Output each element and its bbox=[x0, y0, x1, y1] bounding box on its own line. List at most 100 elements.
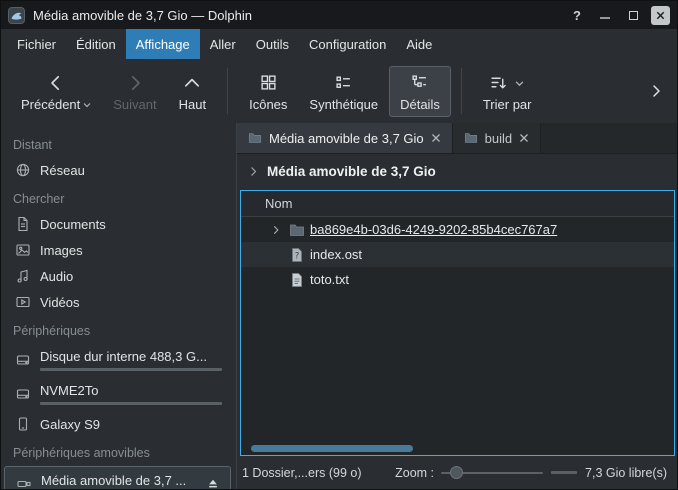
help-button[interactable]: ? bbox=[567, 5, 587, 25]
status-bar: 1 Dossier,...ers (99 o) Zoom : 7,3 Gio l… bbox=[237, 456, 677, 489]
place-reseau[interactable]: Réseau bbox=[1, 157, 236, 183]
up-label: Haut bbox=[179, 97, 206, 112]
menu-aide[interactable]: Aide bbox=[396, 29, 442, 59]
chevron-down-icon bbox=[83, 102, 91, 108]
close-icon bbox=[431, 133, 441, 143]
menu-affichage[interactable]: Affichage bbox=[126, 29, 200, 59]
tab-close-button[interactable] bbox=[431, 133, 441, 143]
close-button[interactable] bbox=[651, 6, 670, 25]
column-header-label: Nom bbox=[265, 196, 292, 211]
chevron-right-icon bbox=[247, 165, 260, 178]
titlebar[interactable]: Média amovible de 3,7 Gio — Dolphin ? bbox=[1, 1, 677, 29]
eject-button[interactable] bbox=[204, 475, 222, 489]
zoom-label: Zoom : bbox=[395, 466, 434, 480]
place-label: Documents bbox=[40, 216, 228, 233]
dolphin-app-icon bbox=[8, 7, 25, 24]
place-galaxy-s9[interactable]: Galaxy S9 bbox=[1, 411, 236, 437]
maximize-icon bbox=[629, 11, 638, 20]
sort-by-button[interactable]: Trier par bbox=[472, 66, 543, 117]
compact-view-label: Synthétique bbox=[309, 97, 378, 112]
free-space-bar bbox=[551, 471, 577, 474]
place-label: Audio bbox=[40, 268, 228, 285]
close-icon bbox=[655, 10, 666, 21]
place-label: Images bbox=[40, 242, 228, 259]
documents-icon bbox=[15, 216, 31, 232]
places-panel: Distant Réseau Chercher Documents Images bbox=[1, 123, 237, 489]
place-audio[interactable]: Audio bbox=[1, 263, 236, 289]
place-label: Disque dur interne 488,3 G... bbox=[40, 348, 228, 365]
window-body: Distant Réseau Chercher Documents Images bbox=[1, 123, 677, 489]
details-view-label: Détails bbox=[400, 97, 440, 112]
place-videos[interactable]: Vidéos bbox=[1, 289, 236, 315]
breadcrumb[interactable]: Média amovible de 3,7 Gio bbox=[237, 154, 677, 189]
file-row[interactable]: ? index.ost bbox=[241, 242, 674, 267]
place-images[interactable]: Images bbox=[1, 237, 236, 263]
text-file-icon bbox=[289, 272, 305, 288]
back-button[interactable]: Précédent bbox=[10, 66, 102, 117]
icons-view-button[interactable]: Icônes bbox=[238, 66, 298, 117]
main-area: Média amovible de 3,7 Gio build bbox=[237, 123, 677, 489]
smartphone-icon bbox=[15, 416, 31, 432]
toolbar-overflow-button[interactable] bbox=[644, 79, 668, 103]
tab-bar: Média amovible de 3,7 Gio build bbox=[237, 123, 677, 154]
scrollbar-thumb[interactable] bbox=[251, 445, 413, 452]
file-name: ba869e4b-03d6-4249-9202-85b4cec767a7 bbox=[310, 222, 557, 237]
column-header-nom[interactable]: Nom bbox=[241, 191, 674, 217]
menu-outils[interactable]: Outils bbox=[246, 29, 299, 59]
expand-arrow-icon[interactable] bbox=[267, 224, 284, 236]
dolphin-window: Média amovible de 3,7 Gio — Dolphin ? Fi… bbox=[0, 0, 678, 490]
chevron-up-icon bbox=[183, 73, 201, 93]
network-icon bbox=[15, 162, 31, 178]
minimize-button[interactable] bbox=[595, 5, 615, 25]
maximize-button[interactable] bbox=[623, 5, 643, 25]
details-view-icon bbox=[411, 73, 428, 93]
tab-media-amovible[interactable]: Média amovible de 3,7 Gio bbox=[237, 123, 453, 153]
breadcrumb-current[interactable]: Média amovible de 3,7 Gio bbox=[267, 164, 436, 179]
horizontal-scrollbar[interactable] bbox=[246, 445, 669, 452]
menu-edition[interactable]: Édition bbox=[66, 29, 126, 59]
chevron-left-icon bbox=[47, 73, 65, 93]
minimize-icon bbox=[599, 9, 611, 21]
compact-view-button[interactable]: Synthétique bbox=[298, 66, 389, 117]
menu-aller[interactable]: Aller bbox=[200, 29, 246, 59]
tab-build[interactable]: build bbox=[453, 123, 541, 153]
details-view-button[interactable]: Détails bbox=[389, 66, 451, 117]
section-header-peripheriques-amovibles: Périphériques amovibles bbox=[1, 437, 236, 465]
forward-button[interactable]: Suivant bbox=[102, 66, 167, 117]
file-row[interactable]: toto.txt bbox=[241, 267, 674, 292]
audio-icon bbox=[15, 268, 31, 284]
folder-icon bbox=[289, 222, 305, 238]
menu-fichier[interactable]: Fichier bbox=[7, 29, 66, 59]
usage-bar bbox=[40, 368, 222, 371]
icons-view-label: Icônes bbox=[249, 97, 287, 112]
chevron-down-icon bbox=[515, 80, 524, 87]
place-media-amovible[interactable]: Média amovible de 3,7 ... bbox=[4, 466, 231, 489]
place-nvme2to[interactable]: NVME2To bbox=[1, 377, 236, 411]
place-label: Vidéos bbox=[40, 294, 228, 311]
place-disque-dur-interne[interactable]: Disque dur interne 488,3 G... bbox=[1, 343, 236, 377]
tab-close-button[interactable] bbox=[519, 133, 529, 143]
slider-handle[interactable] bbox=[450, 466, 463, 479]
place-documents[interactable]: Documents bbox=[1, 211, 236, 237]
folder-icon bbox=[464, 131, 478, 145]
file-name: index.ost bbox=[310, 247, 362, 262]
free-space-label: 7,3 Gio libre(s) bbox=[585, 466, 667, 480]
main-toolbar: Précédent Suivant Haut Icônes bbox=[1, 59, 677, 123]
section-header-chercher: Chercher bbox=[1, 183, 236, 211]
file-view[interactable]: Nom ba869e4b-03d6-4249-9202-85b4cec767a7… bbox=[240, 190, 675, 456]
zoom-slider[interactable] bbox=[441, 464, 543, 482]
chevron-right-icon bbox=[648, 83, 664, 99]
videos-icon bbox=[15, 294, 31, 310]
place-label: NVME2To bbox=[40, 382, 228, 399]
up-button[interactable]: Haut bbox=[168, 66, 217, 117]
file-row[interactable]: ba869e4b-03d6-4249-9202-85b4cec767a7 bbox=[241, 217, 674, 242]
forward-label: Suivant bbox=[113, 97, 156, 112]
menu-configuration[interactable]: Configuration bbox=[299, 29, 396, 59]
toolbar-separator bbox=[461, 68, 462, 114]
images-icon bbox=[15, 242, 31, 258]
icons-view-icon bbox=[260, 73, 277, 93]
eject-icon bbox=[206, 477, 220, 489]
sort-by-label: Trier par bbox=[483, 97, 532, 112]
place-label: Média amovible de 3,7 ... bbox=[41, 472, 195, 489]
harddisk-icon bbox=[15, 386, 31, 402]
